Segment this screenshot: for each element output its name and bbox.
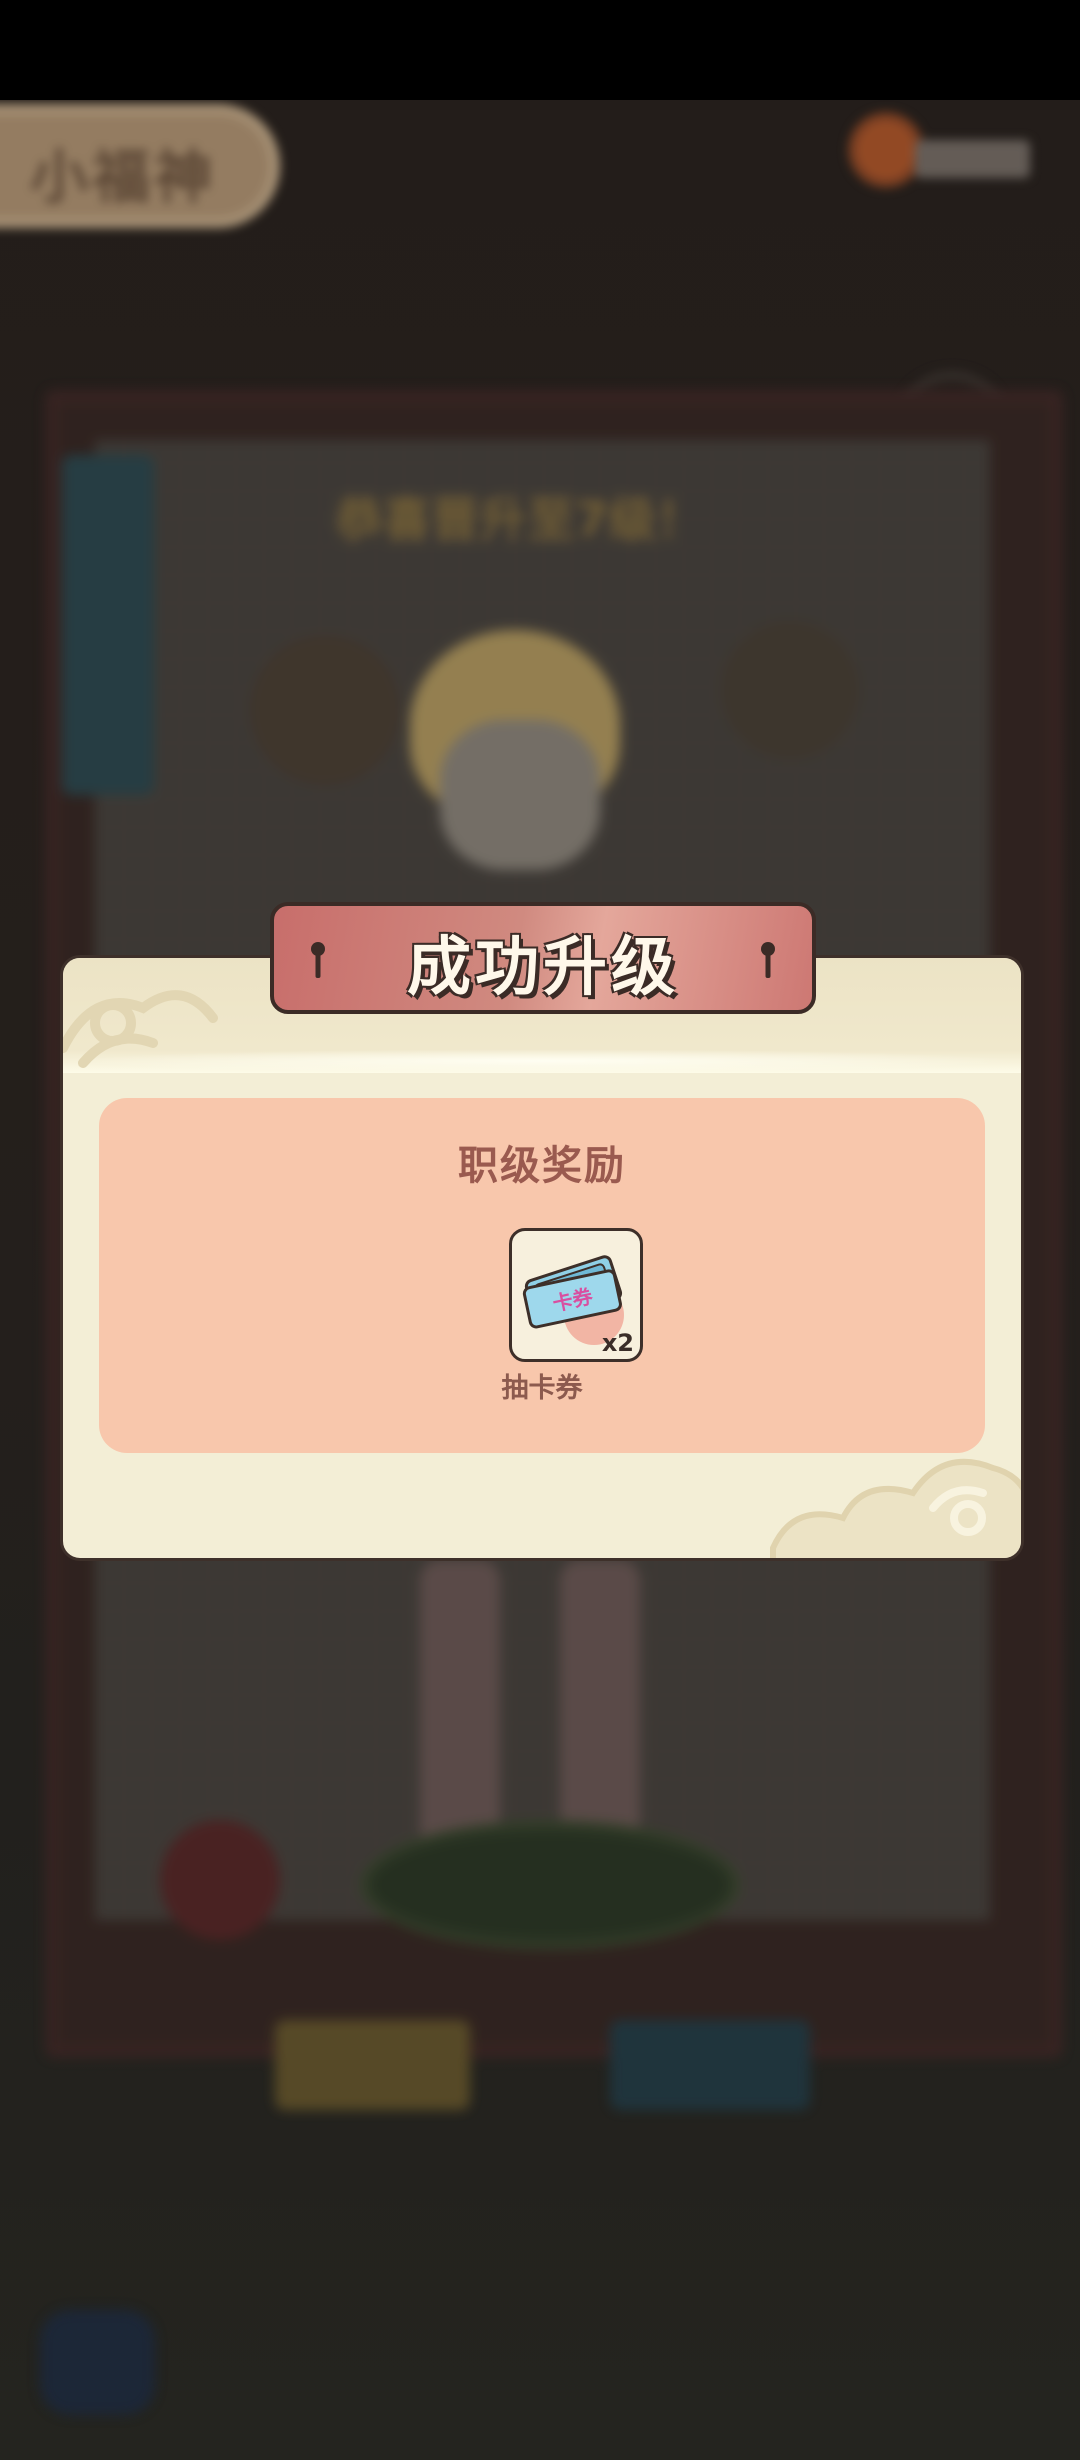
level-up-dialog: 职级奖励 卡券 x2 抽卡券 <box>60 955 1024 1561</box>
pin-right-icon <box>761 942 775 978</box>
reward-item-tile[interactable]: 卡券 x2 <box>509 1228 643 1362</box>
reward-section-title: 职级奖励 <box>458 1143 626 1189</box>
reward-card: 职级奖励 卡券 x2 抽卡券 <box>99 1098 985 1453</box>
dialog-title: 成功升级 <box>407 931 679 1005</box>
reward-item-count: x2 <box>601 1329 634 1357</box>
dialog-title-banner: 成功升级 <box>270 902 816 1014</box>
cloud-decoration-top-left-icon <box>63 990 218 1068</box>
reward-item-name: 抽卡券 <box>501 1373 583 1404</box>
